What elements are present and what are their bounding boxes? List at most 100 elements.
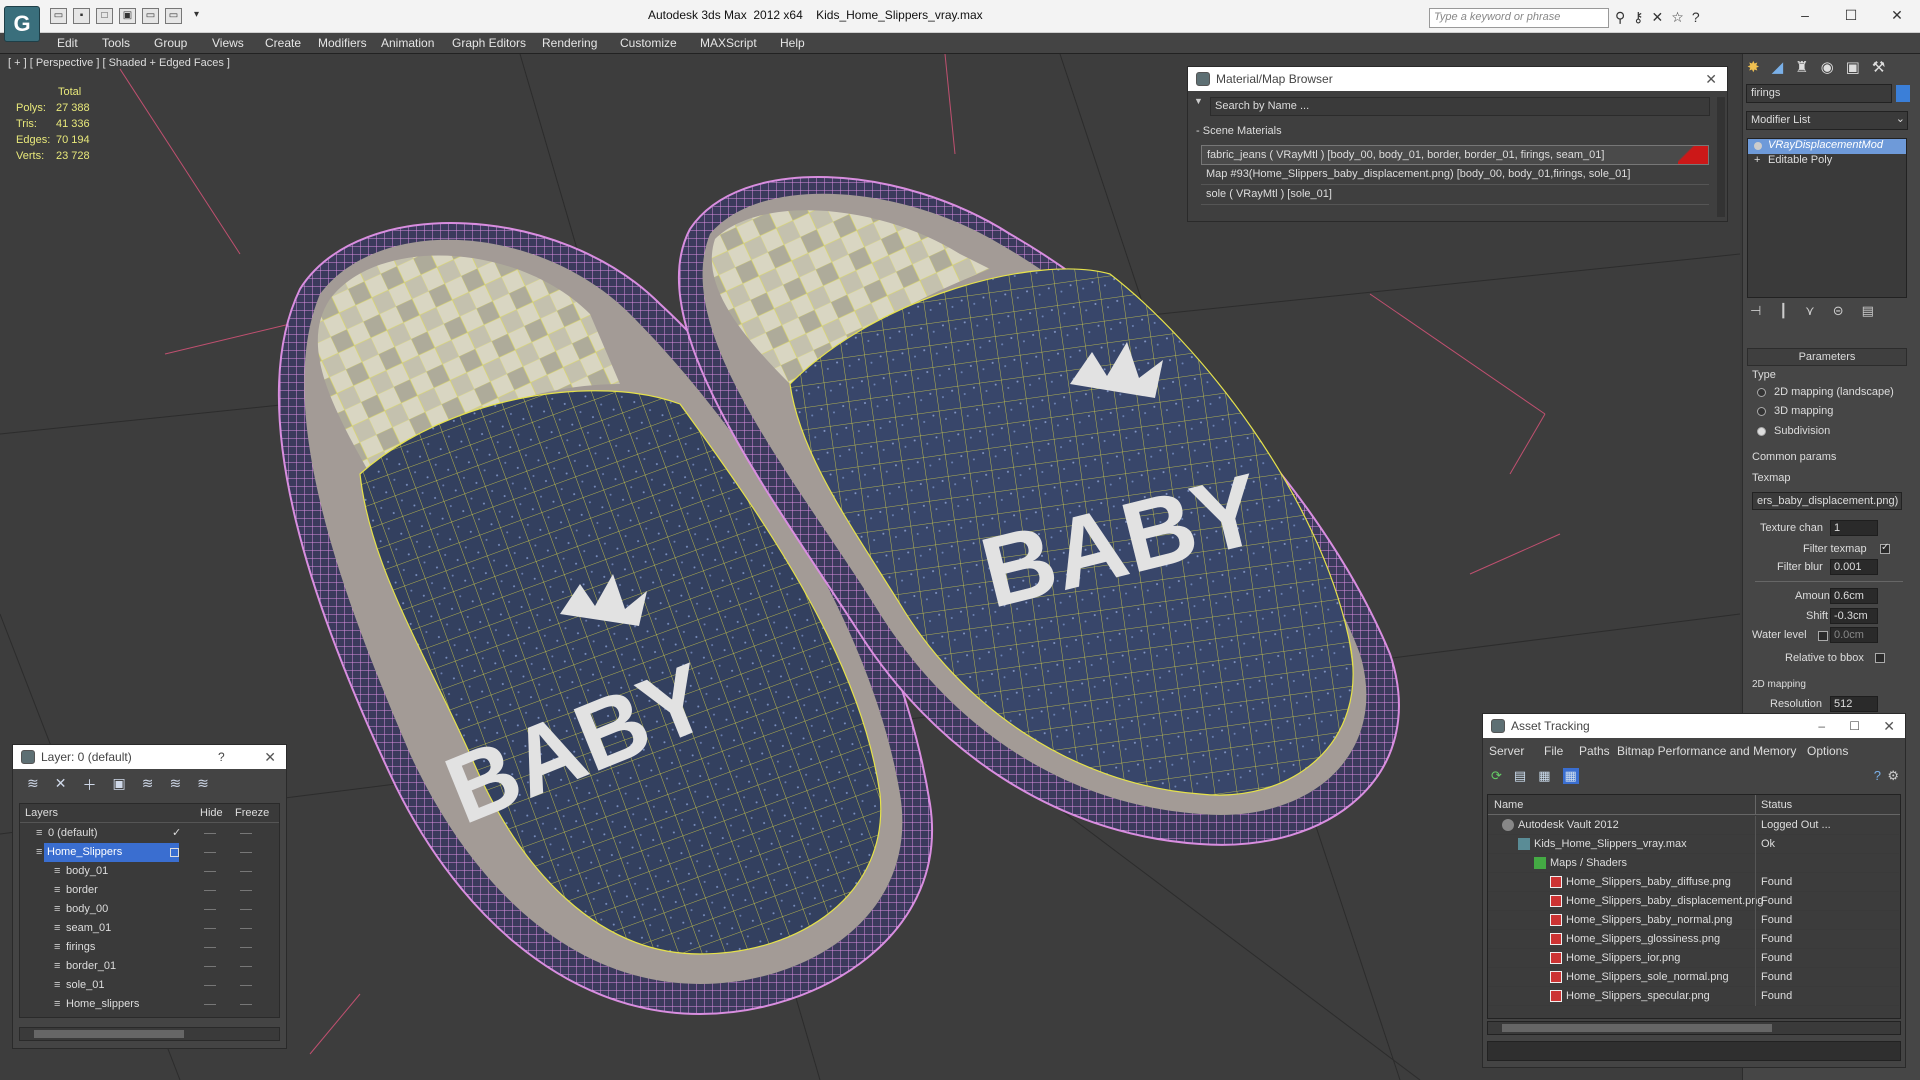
menu-help[interactable]: Help — [780, 36, 805, 50]
help-icon[interactable]: ? — [1692, 9, 1700, 26]
menu-file[interactable]: File — [1544, 744, 1563, 758]
asset-row[interactable]: Maps / Shaders — [1488, 854, 1899, 873]
scrollbar-thumb[interactable] — [1502, 1024, 1772, 1032]
layer-row[interactable]: ≡ 0 (default) ✓ — [20, 824, 279, 843]
hide-toggle[interactable] — [204, 890, 216, 891]
layer-row[interactable]: ≡ body_00 — [20, 900, 279, 919]
hide-toggle[interactable] — [204, 947, 216, 948]
save-icon[interactable]: ▪ — [73, 8, 90, 24]
hide-toggle[interactable] — [204, 928, 216, 929]
menu-paths[interactable]: Paths — [1579, 744, 1610, 758]
freeze-toggle[interactable] — [240, 871, 252, 872]
asset-row[interactable]: Home_Slippers_glossiness.png Found — [1488, 930, 1899, 949]
create-layer-icon[interactable]: ≋ — [27, 775, 39, 795]
hide-all-icon[interactable]: ≋ — [169, 775, 181, 795]
freeze-all-icon[interactable]: ≋ — [197, 775, 209, 795]
binoculars-icon[interactable]: ⚲ — [1615, 9, 1625, 26]
key-icon[interactable]: ⚷ — [1633, 9, 1643, 26]
column-header-status[interactable]: Status — [1761, 795, 1792, 815]
close-icon[interactable]: ✕ — [264, 745, 276, 769]
menu-server[interactable]: Server — [1489, 744, 1524, 758]
asset-row[interactable]: Home_Slippers_specular.png Found — [1488, 987, 1899, 1006]
menu-views[interactable]: Views — [212, 36, 244, 50]
close-icon[interactable]: ✕ — [1705, 67, 1717, 91]
maximize-icon[interactable]: ☐ — [1849, 714, 1860, 738]
hide-toggle[interactable] — [204, 833, 216, 834]
water-level-spinner[interactable]: 0.0cm — [1830, 627, 1878, 643]
options-arrow-icon[interactable]: ▼ — [1194, 96, 1204, 106]
asset-row[interactable]: Autodesk Vault 2012 Logged Out ... — [1488, 816, 1899, 835]
asset-path-field[interactable] — [1487, 1041, 1901, 1061]
list-view-icon[interactable]: ▤ — [1514, 768, 1526, 784]
expand-icon[interactable]: + — [1754, 154, 1760, 166]
column-header-layers[interactable]: Layers — [25, 804, 58, 823]
asset-row[interactable]: Home_Slippers_ior.png Found — [1488, 949, 1899, 968]
texmap-button[interactable]: ers_baby_displacement.png) — [1752, 492, 1902, 510]
radio-button[interactable] — [1757, 426, 1766, 436]
table-view-icon[interactable]: ▦ — [1562, 768, 1579, 784]
column-header-hide[interactable]: Hide — [200, 804, 223, 823]
relative-bbox-checkbox[interactable] — [1875, 653, 1885, 663]
type-radio-subdivision[interactable]: Subdivision — [1757, 425, 1830, 437]
parameters-rollout[interactable]: Parameters — [1747, 348, 1907, 366]
dropdown-icon[interactable]: ▾ — [188, 8, 205, 24]
open-icon[interactable]: ▭ — [50, 8, 67, 24]
resolution-spinner[interactable]: 512 — [1830, 696, 1878, 712]
menu-create[interactable]: Create — [265, 36, 301, 50]
app-logo-icon[interactable]: G — [4, 6, 40, 42]
object-color-swatch[interactable] — [1896, 85, 1910, 102]
close-icon[interactable]: ✕ — [1874, 0, 1920, 30]
menu-bitmap-performance[interactable]: Bitmap Performance and Memory — [1617, 744, 1796, 758]
asset-row[interactable]: Home_Slippers_baby_normal.png Found — [1488, 911, 1899, 930]
select-objects-icon[interactable]: ▣ — [112, 775, 125, 795]
tools-icon[interactable]: ✕ — [1652, 9, 1664, 26]
help-search-input[interactable]: Type a keyword or phrase — [1429, 8, 1609, 28]
asset-row[interactable]: Home_Slippers_baby_displacement.png Found — [1488, 892, 1899, 911]
amount-spinner[interactable]: 0.6cm — [1830, 588, 1878, 604]
display-tab-icon[interactable]: ▣ — [1846, 58, 1860, 76]
motion-tab-icon[interactable]: ◉ — [1821, 58, 1834, 76]
layer-row[interactable]: ≡ seam_01 — [20, 919, 279, 938]
star-icon[interactable]: ☆ — [1671, 9, 1684, 26]
menu-group[interactable]: Group — [154, 36, 187, 50]
highlight-selected-icon[interactable]: ≋ — [142, 775, 154, 795]
refresh-icon[interactable]: ⟳ — [1491, 768, 1502, 784]
layer-row[interactable]: ≡ firings — [20, 938, 279, 957]
type-radio-3d[interactable]: 3D mapping — [1757, 405, 1833, 417]
hide-toggle[interactable] — [204, 966, 216, 967]
menu-graph-editors[interactable]: Graph Editors — [452, 36, 526, 50]
maximize-icon[interactable]: ☐ — [1828, 0, 1874, 30]
freeze-toggle[interactable] — [240, 890, 252, 891]
minimize-icon[interactable]: – — [1818, 714, 1825, 738]
menu-edit[interactable]: Edit — [57, 36, 78, 50]
radio-button[interactable] — [1757, 406, 1766, 416]
layout-icon[interactable]: ▭ — [165, 8, 182, 24]
menu-tools[interactable]: Tools — [102, 36, 130, 50]
help-icon[interactable]: ? — [218, 745, 225, 769]
utilities-tab-icon[interactable]: ⚒ — [1872, 58, 1885, 76]
horizontal-scrollbar[interactable] — [19, 1027, 280, 1041]
scrollbar-thumb[interactable] — [34, 1030, 184, 1038]
layer-row[interactable]: ≡ border — [20, 881, 279, 900]
close-icon[interactable]: ✕ — [1883, 714, 1895, 738]
layer-row[interactable]: ≡ Home_Slippers — [20, 843, 279, 862]
horizontal-scrollbar[interactable] — [1487, 1021, 1901, 1035]
layer-row[interactable]: ≡ Home_slippers — [20, 995, 279, 1014]
asset-row[interactable]: Home_Slippers_baby_diffuse.png Found — [1488, 873, 1899, 892]
configure-modifier-sets-icon[interactable]: ▤ — [1862, 303, 1874, 319]
hide-toggle[interactable] — [204, 985, 216, 986]
viewport-label[interactable]: [ + ] [ Perspective ] [ Shaded + Edged F… — [8, 57, 230, 69]
material-item[interactable]: Map #93(Home_Slippers_baby_displacement.… — [1201, 165, 1709, 185]
modify-tab-icon[interactable]: ◢ — [1772, 58, 1784, 76]
lightbulb-icon[interactable] — [1754, 142, 1762, 150]
show-end-result-icon[interactable]: ┃ — [1779, 303, 1787, 319]
modifier-stack-item[interactable]: VRayDisplacementMod — [1748, 139, 1906, 154]
menu-maxscript[interactable]: MAXScript — [700, 36, 757, 50]
freeze-toggle[interactable] — [240, 852, 252, 853]
freeze-toggle[interactable] — [240, 966, 252, 967]
thumbnail-view-icon[interactable]: ▦ — [1538, 768, 1550, 784]
pin-stack-icon[interactable]: ⊣ — [1750, 303, 1761, 319]
make-unique-icon[interactable]: ⋎ — [1805, 303, 1815, 319]
scene-materials-section[interactable]: - Scene Materials — [1196, 125, 1282, 137]
freeze-toggle[interactable] — [240, 909, 252, 910]
